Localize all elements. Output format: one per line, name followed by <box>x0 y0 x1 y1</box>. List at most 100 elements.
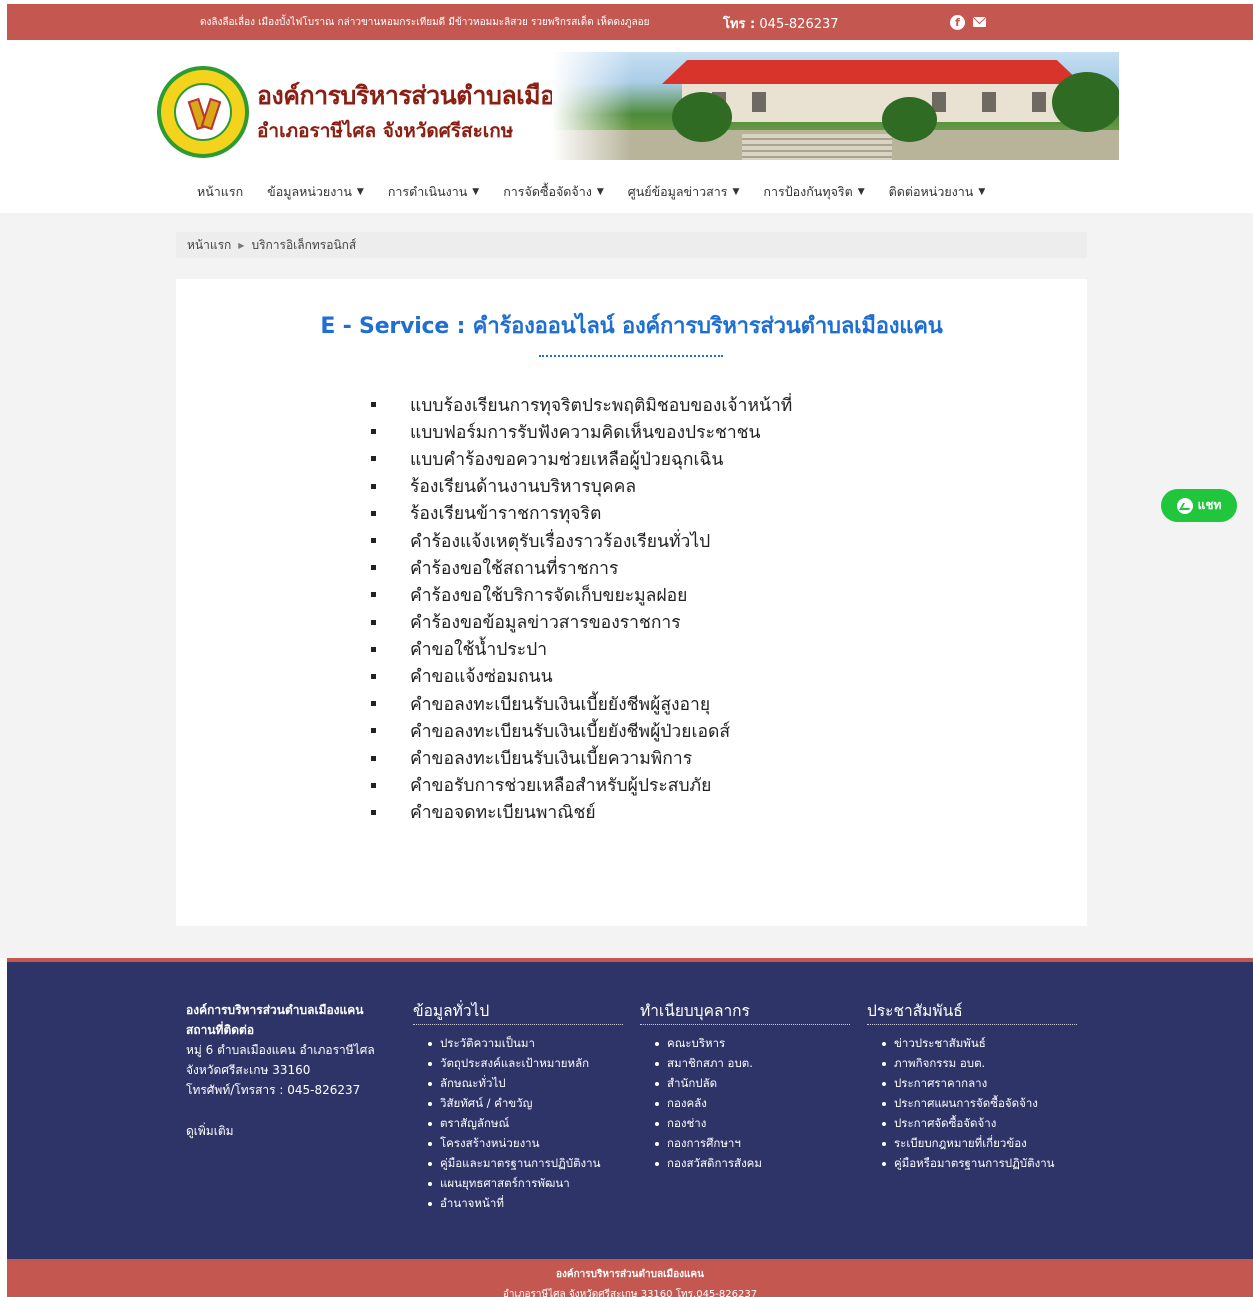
service-label: แบบฟอร์มการรับฟังความคิดเห็นของประชาชน <box>410 422 761 443</box>
footer-link[interactable]: ภาพกิจกรรม อบต. <box>882 1054 1055 1074</box>
service-link[interactable]: คำร้องขอใช้สถานที่ราชการ <box>369 554 792 581</box>
footer-link[interactable]: คณะบริหาร <box>655 1034 762 1054</box>
footer-link[interactable]: อำนาจหน้าที่ <box>428 1194 600 1214</box>
footer-col-title: ข้อมูลทั่วไป <box>413 1002 490 1020</box>
footer-org-name: องค์การบริหารส่วนตำบลเมืองแคน <box>186 1003 364 1017</box>
footer-link[interactable]: สำนักปลัด <box>655 1074 762 1094</box>
service-link[interactable]: คำร้องขอใช้บริการจัดเก็บขยะมูลฝอย <box>369 581 792 608</box>
service-label: คำขอจดทะเบียนพาณิชย์ <box>410 803 596 824</box>
service-label: คำขอลงทะเบียนรับเงินเบี้ยความพิการ <box>410 749 693 770</box>
breadcrumb-separator-icon: ▶ <box>238 240 245 250</box>
service-link[interactable]: คำขอแจ้งซ่อมถนน <box>369 663 792 690</box>
caret-down-icon: ▼ <box>596 187 604 197</box>
chat-label: แชท <box>1197 498 1222 512</box>
header-banner-image <box>552 52 1119 160</box>
banner-fade <box>552 52 632 160</box>
service-link[interactable]: แบบฟอร์มการรับฟังความคิดเห็นของประชาชน <box>369 418 792 445</box>
footer-link[interactable]: ตราสัญลักษณ์ <box>428 1114 600 1134</box>
service-label: ร้องเรียนด้านงานบริหารบุคคล <box>410 477 637 498</box>
service-link[interactable]: คำขอลงทะเบียนรับเงินเบี้ยยังชีพผู้สูงอาย… <box>369 690 792 717</box>
service-link[interactable]: คำขอลงทะเบียนรับเงินเบี้ยความพิการ <box>369 744 792 771</box>
breadcrumb-home[interactable]: หน้าแรก <box>187 236 231 255</box>
bullet-icon <box>371 619 376 625</box>
nav-item-agency-info[interactable]: ข้อมูลหน่วยงาน ▼ <box>267 182 364 202</box>
service-label: คำขอใช้น้ำประปา <box>410 640 548 661</box>
footer-link[interactable]: โครงสร้างหน่วยงาน <box>428 1134 600 1154</box>
footer-link[interactable]: กองช่าง <box>655 1114 762 1134</box>
footer: องค์การบริหารส่วนตำบลเมืองแคน สถานที่ติด… <box>7 962 1253 1259</box>
footer-more-link[interactable]: ดูเพิ่มเติม <box>186 1122 234 1141</box>
footer-link[interactable]: สมาชิกสภา อบต. <box>655 1054 762 1074</box>
service-link[interactable]: คำร้องแจ้งเหตุรับเรื่องราวร้องเรียนทั่วไ… <box>369 527 792 554</box>
service-link[interactable]: ร้องเรียนด้านงานบริหารบุคคล <box>369 473 792 500</box>
service-label: ร้องเรียนข้าราชการทุจริต <box>410 504 602 525</box>
nav-item-procurement[interactable]: การจัดซื้อจัดจ้าง ▼ <box>503 182 604 202</box>
service-link[interactable]: คำขอลงทะเบียนรับเงินเบี้ยยังชีพผู้ป่วยเอ… <box>369 717 792 744</box>
service-link[interactable]: คำขอรับการช่วยเหลือสำหรับผู้ประสบภัย <box>369 772 792 799</box>
bottom-org-name: องค์การบริหารส่วนตำบลเมืองแคน <box>556 1269 704 1280</box>
bullet-icon <box>371 538 376 544</box>
footer-link[interactable]: ระเบียบกฎหมายที่เกี่ยวข้อง <box>882 1134 1055 1154</box>
phone-number: 045-826237 <box>759 17 839 32</box>
nav-item-contact[interactable]: ติดต่อหน่วยงาน ▼ <box>889 182 986 202</box>
footer-col-divider <box>413 1024 623 1025</box>
footer-link[interactable]: ประกาศจัดซื้อจัดจ้าง <box>882 1114 1055 1134</box>
top-bar: ดงลิงลือเลื่อง เมืองบั้งไฟโบราณ กล่าวขาน… <box>7 4 1253 40</box>
service-label: คำขอแจ้งซ่อมถนน <box>410 667 553 688</box>
footer-link[interactable]: ประกาศแผนการจัดซื้อจัดจ้าง <box>882 1094 1055 1114</box>
service-label: คำขอลงทะเบียนรับเงินเบี้ยยังชีพผู้ป่วยเอ… <box>410 721 731 742</box>
footer-link[interactable]: ข่าวประชาสัมพันธ์ <box>882 1034 1055 1054</box>
nav-label: หน้าแรก <box>197 184 244 199</box>
banner-window <box>1032 92 1046 112</box>
mail-icon[interactable] <box>973 17 986 27</box>
service-link[interactable]: แบบคำร้องขอความช่วยเหลือผู้ป่วยฉุกเฉิน <box>369 445 792 472</box>
footer-link[interactable]: ประกาศราคากลาง <box>882 1074 1055 1094</box>
facebook-icon[interactable]: f <box>950 15 965 30</box>
service-label: คำร้องขอข้อมูลข่าวสารของราชการ <box>410 613 681 634</box>
footer-link[interactable]: วิสัยทัศน์ / คำขวัญ <box>428 1094 600 1114</box>
footer-link[interactable]: วัตถุประสงค์และเป้าหมายหลัก <box>428 1054 600 1074</box>
footer-contact: องค์การบริหารส่วนตำบลเมืองแคน สถานที่ติด… <box>186 1000 375 1100</box>
service-link[interactable]: คำขอใช้น้ำประปา <box>369 636 792 663</box>
top-phone: โทร : 045-826237 <box>723 13 839 34</box>
footer-link[interactable]: กองคลัง <box>655 1094 762 1114</box>
nav-label: ติดต่อหน่วยงาน <box>888 184 974 199</box>
logo-flag-right <box>200 97 222 131</box>
banner-tree <box>672 92 732 142</box>
service-link[interactable]: คำขอจดทะเบียนพาณิชย์ <box>369 799 792 826</box>
service-link[interactable]: ร้องเรียนข้าราชการทุจริต <box>369 500 792 527</box>
bullet-icon <box>371 809 376 815</box>
bullet-icon <box>371 701 376 707</box>
caret-down-icon: ▼ <box>978 187 986 197</box>
bullet-icon <box>371 429 376 435</box>
nav-item-home[interactable]: หน้าแรก <box>197 182 243 202</box>
bullet-icon <box>371 402 376 408</box>
nav-label: การดำเนินงาน <box>387 184 468 199</box>
footer-link[interactable]: คู่มือหรือมาตรฐานการปฏิบัติงาน <box>882 1154 1055 1174</box>
footer-link[interactable]: คู่มือและมาตรฐานการปฏิบัติงาน <box>428 1154 600 1174</box>
banner-steps <box>742 134 892 160</box>
footer-link[interactable]: กองการศึกษาฯ <box>655 1134 762 1154</box>
banner-window <box>752 92 766 112</box>
org-logo[interactable] <box>157 66 249 158</box>
caret-down-icon: ▼ <box>857 187 865 197</box>
footer-link[interactable]: ลักษณะทั่วไป <box>428 1074 600 1094</box>
footer-contact-heading: สถานที่ติดต่อ <box>186 1023 255 1037</box>
footer-link[interactable]: แผนยุทธศาสตร์การพัฒนา <box>428 1174 600 1194</box>
footer-link[interactable]: ประวัติความเป็นมา <box>428 1034 600 1054</box>
banner-tree <box>882 97 937 142</box>
nav-label: ศูนย์ข้อมูลข่าวสาร <box>627 184 728 199</box>
service-label: คำร้องขอใช้สถานที่ราชการ <box>410 558 619 579</box>
footer-link[interactable]: กองสวัสดิการสังคม <box>655 1154 762 1174</box>
service-link[interactable]: แบบร้องเรียนการทุจริตประพฤติมิชอบของเจ้า… <box>369 391 792 418</box>
service-link[interactable]: คำร้องขอข้อมูลข่าวสารของราชการ <box>369 609 792 636</box>
chat-button[interactable]: แชท <box>1161 489 1237 522</box>
service-list: แบบร้องเรียนการทุจริตประพฤติมิชอบของเจ้า… <box>369 391 792 826</box>
nav-item-info-center[interactable]: ศูนย์ข้อมูลข่าวสาร ▼ <box>628 182 740 202</box>
nav-item-operations[interactable]: การดำเนินงาน ▼ <box>388 182 479 202</box>
nav-item-anti-corruption[interactable]: การป้องกันทุจริต ▼ <box>763 182 864 202</box>
footer-col-divider <box>640 1024 850 1025</box>
bullet-icon <box>371 755 376 761</box>
caret-down-icon: ▼ <box>732 187 740 197</box>
service-label: แบบคำร้องขอความช่วยเหลือผู้ป่วยฉุกเฉิน <box>410 449 724 470</box>
